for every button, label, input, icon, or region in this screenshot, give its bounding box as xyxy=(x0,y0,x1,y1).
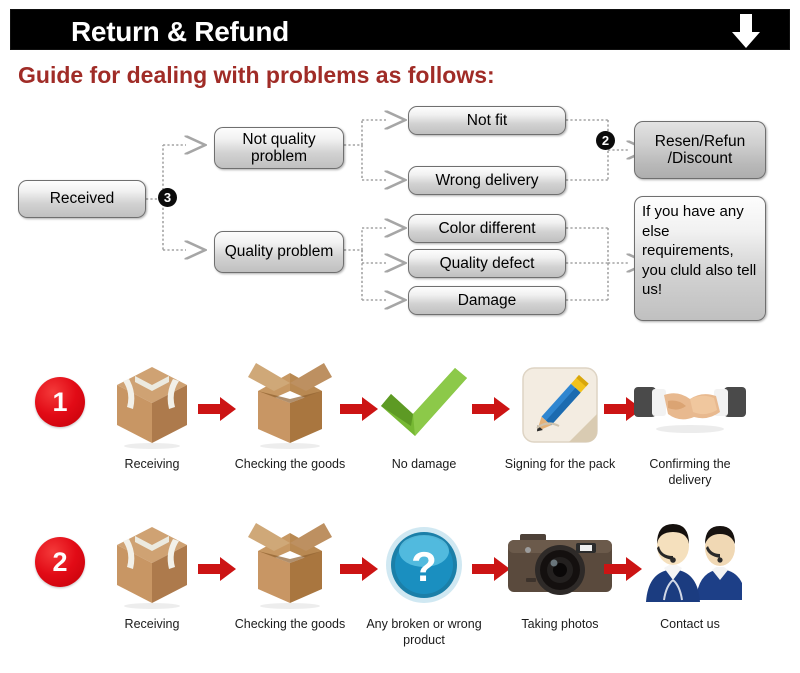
process-step-label: Taking photos xyxy=(521,617,599,631)
flow-node-label: Not quality problem xyxy=(242,130,316,165)
flow-node-label: Resen/Refun /Discount xyxy=(654,132,746,167)
flow-node-wrong-delivery: Wrong delivery xyxy=(408,166,566,195)
flow-node-label: Quality defect xyxy=(439,254,535,272)
flow-node-color-different: Color different xyxy=(408,214,566,243)
process-step-any-broken: ? Any broken or wrong product xyxy=(362,517,486,648)
green-checkmark-icon xyxy=(362,357,486,453)
process-step-label: No damage xyxy=(391,457,457,471)
process-step-label: Checking the goods xyxy=(234,617,346,631)
process-step-label: Checking the goods xyxy=(234,457,346,471)
flow-node-resend-refund-discount: Resen/Refun /Discount xyxy=(634,121,766,179)
process-step-confirming: Confirming the delivery xyxy=(628,357,752,488)
open-box-icon xyxy=(228,517,352,613)
flow-node-quality-problem: Quality problem xyxy=(214,231,344,273)
flow-node-not-fit: Not fit xyxy=(408,106,566,135)
open-box-icon xyxy=(228,357,352,453)
row-number-badge: 2 xyxy=(35,537,85,587)
process-step-checking: Checking the goods xyxy=(228,357,352,473)
problem-flowchart: Received 3 Not quality problem Quality p… xyxy=(0,100,800,340)
flow-node-label: Wrong delivery xyxy=(435,171,539,189)
process-step-label: Receiving xyxy=(124,457,180,471)
header-bar: Return & Refund xyxy=(10,9,790,50)
guide-heading: Guide for dealing with problems as follo… xyxy=(18,62,495,88)
flow-node-received: Received xyxy=(18,180,146,218)
handshake-icon xyxy=(628,357,752,453)
flow-node-label: Received xyxy=(49,190,115,208)
process-step-label: Confirming the delivery xyxy=(649,457,731,487)
step-badge-2: 2 xyxy=(596,131,615,150)
process-step-label: Signing for the pack xyxy=(504,457,616,471)
flow-node-label: Damage xyxy=(457,291,517,309)
flow-node-quality-defect: Quality defect xyxy=(408,249,566,278)
process-step-label: Any broken or wrong product xyxy=(366,617,482,647)
page-title: Return & Refund xyxy=(71,16,289,47)
support-agents-icon xyxy=(628,517,752,613)
flow-node-label: Color different xyxy=(438,219,536,237)
svg-text:?: ? xyxy=(411,543,437,590)
flow-node-label: Quality problem xyxy=(224,243,334,261)
step-badge-3: 3 xyxy=(158,188,177,207)
process-step-label: Receiving xyxy=(124,617,180,631)
flow-node-damage: Damage xyxy=(408,286,566,315)
process-step-contact-us: Contact us xyxy=(628,517,752,633)
flow-node-not-quality-problem: Not quality problem xyxy=(214,127,344,169)
return-refund-infographic: Return & Refund Guide for dealing with p… xyxy=(0,0,800,673)
process-row-2: 2 Receiving Checking the goods ? Any bro… xyxy=(0,512,800,667)
flow-node-label: If you have any else requirements, you c… xyxy=(642,203,757,298)
down-arrow-icon xyxy=(729,12,763,50)
row-number-badge: 1 xyxy=(35,377,85,427)
process-row-1: 1 Receiving Checking the goods No damage… xyxy=(0,352,800,507)
process-step-no-damage: No damage xyxy=(362,357,486,473)
process-step-checking: Checking the goods xyxy=(228,517,352,633)
flow-node-other-requirements: If you have any else requirements, you c… xyxy=(634,196,766,321)
question-mark-icon: ? xyxy=(362,517,486,613)
process-step-label: Contact us xyxy=(660,617,720,631)
flow-node-label: Not fit xyxy=(466,111,508,129)
